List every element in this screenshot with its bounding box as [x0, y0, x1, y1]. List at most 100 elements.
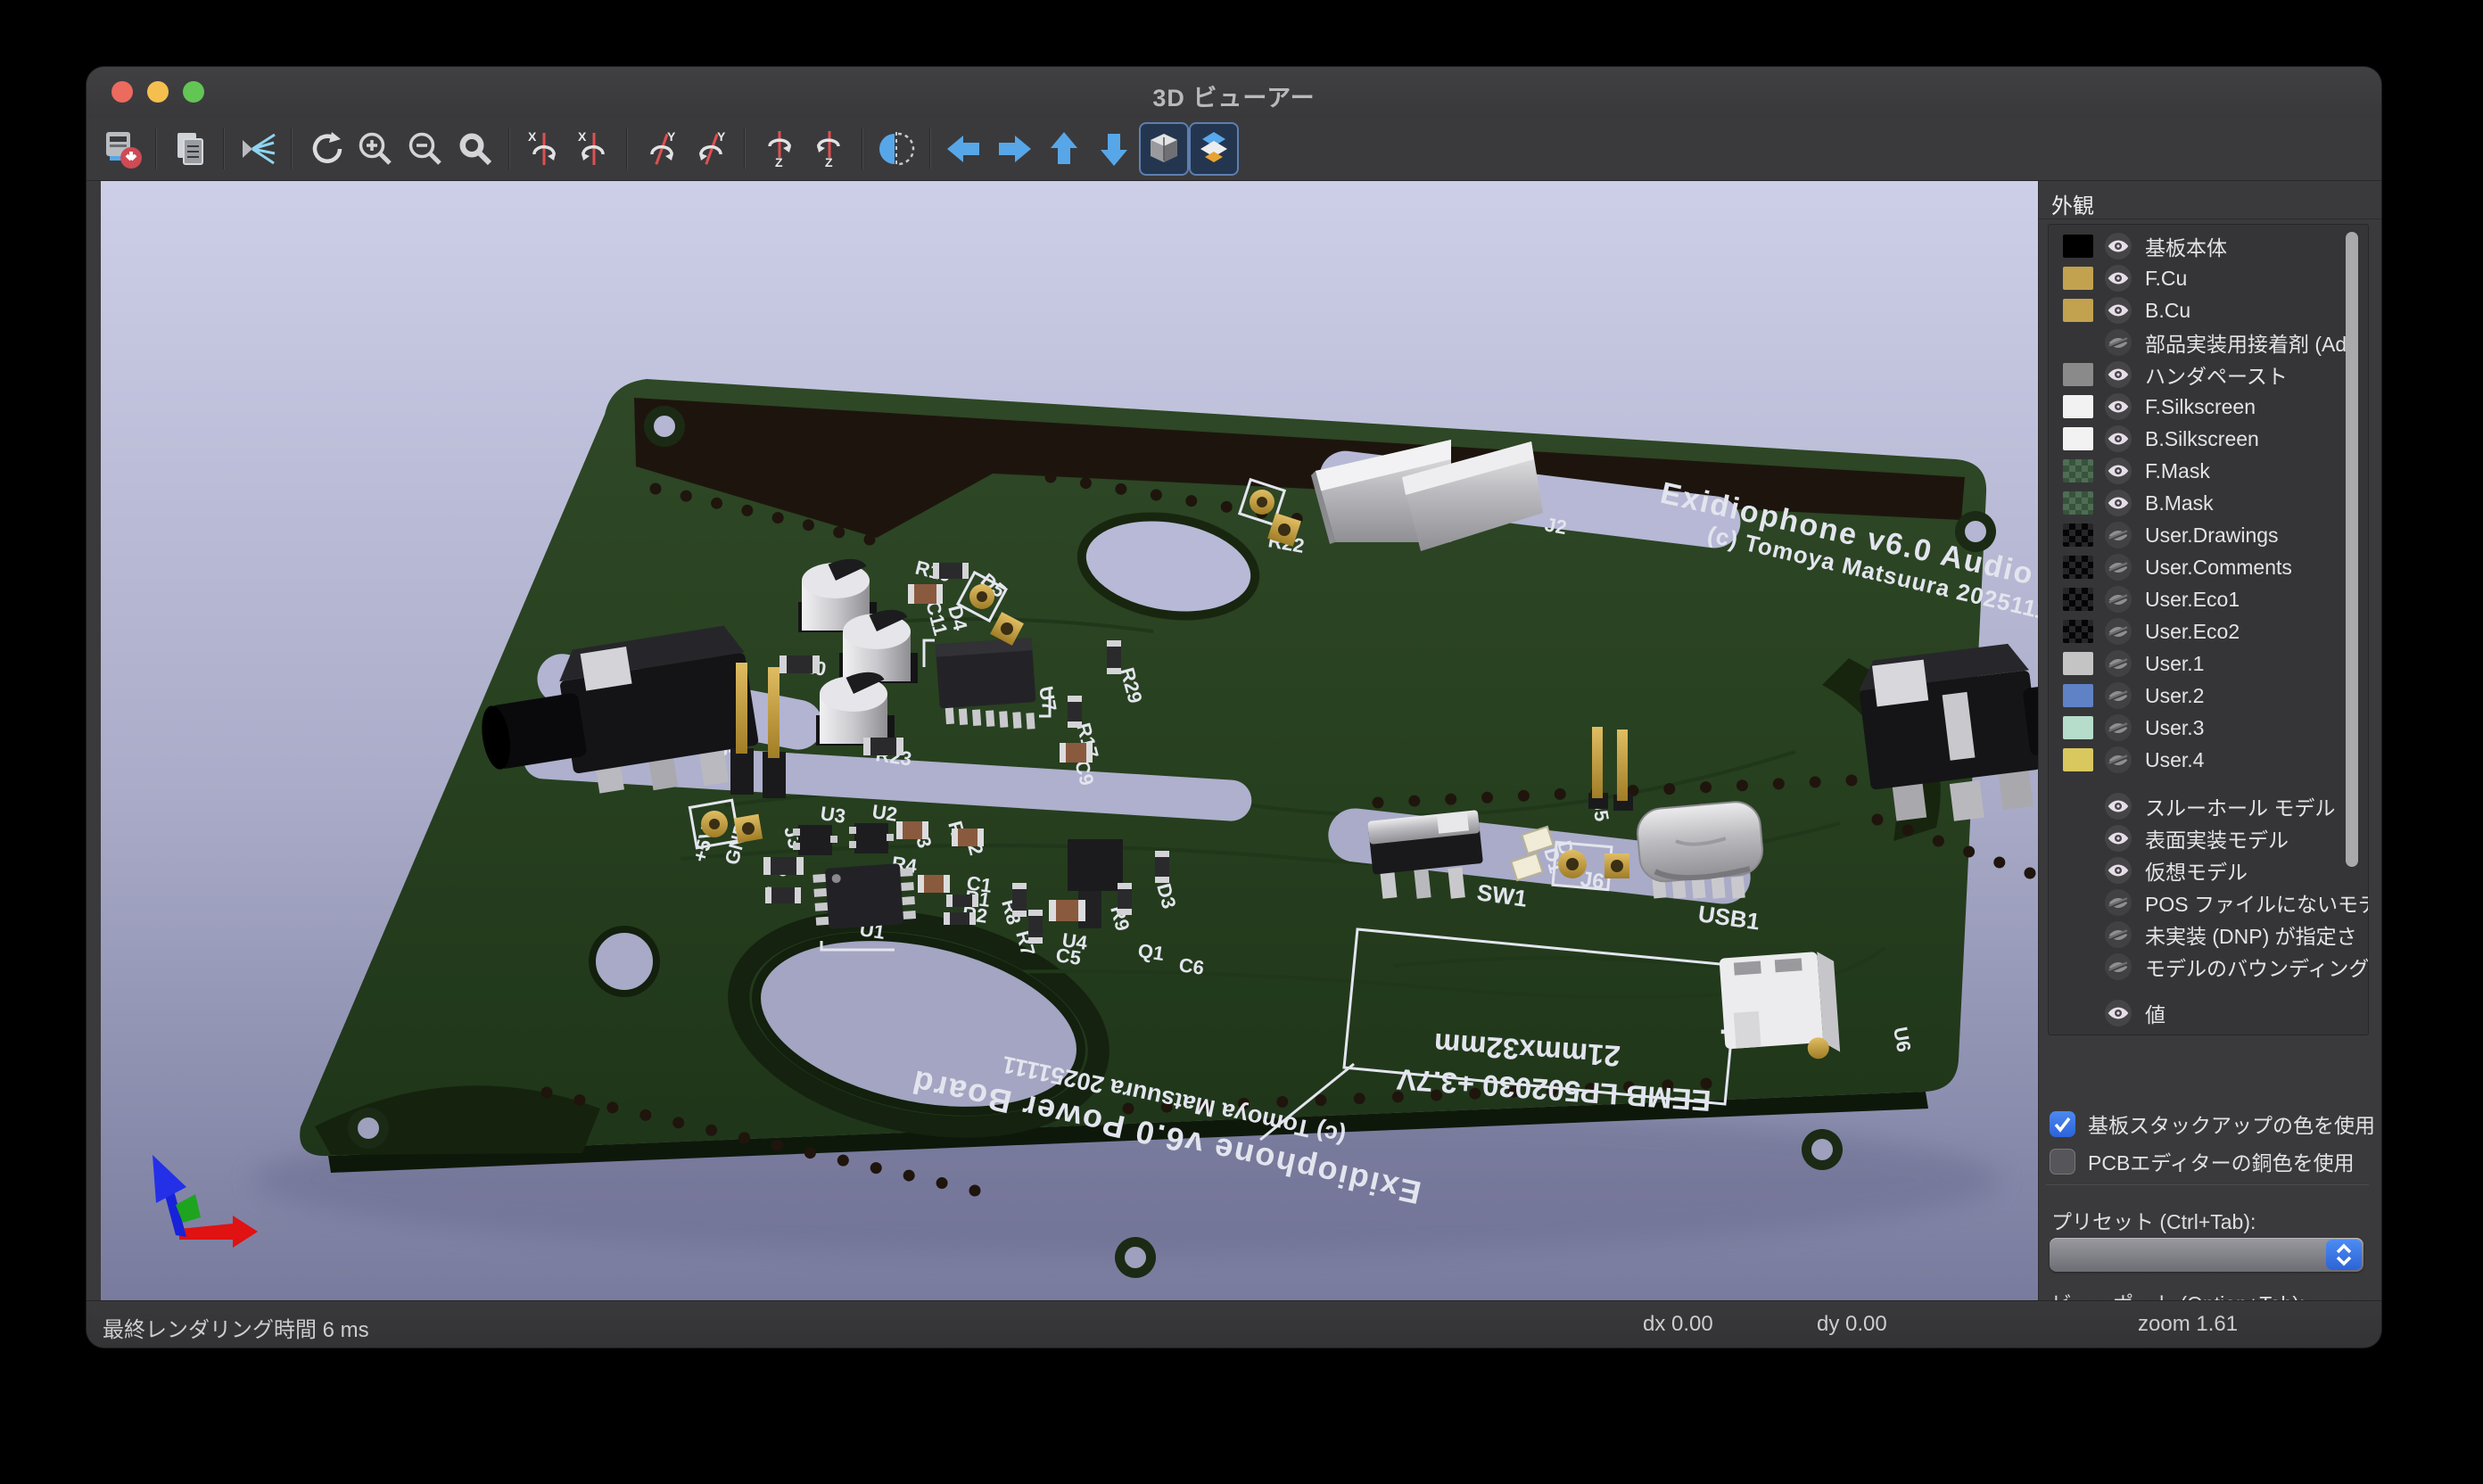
- eye-hidden-icon[interactable]: [2104, 617, 2132, 646]
- orthographic-projection-button[interactable]: [1139, 122, 1189, 176]
- layer-row[interactable]: F.Mask: [2049, 455, 2368, 487]
- layer-row[interactable]: User.1: [2049, 647, 2368, 680]
- eye-visible-icon[interactable]: [2104, 232, 2132, 260]
- checkbox-row-stackup[interactable]: 基板スタックアップの色を使用: [2050, 1109, 2375, 1139]
- layer-row[interactable]: POS ファイルにないモデ: [2049, 886, 2368, 919]
- layer-row[interactable]: F.Silkscreen: [2049, 391, 2368, 423]
- pan-right-button[interactable]: [989, 122, 1039, 176]
- layer-row[interactable]: 未実装 (DNP) が指定さ: [2049, 919, 2368, 951]
- flip-board-button[interactable]: [871, 122, 921, 176]
- copy-image-button[interactable]: [165, 122, 215, 176]
- layer-color-swatch[interactable]: [2063, 491, 2093, 515]
- appearance-panel-toggle-button[interactable]: [1189, 122, 1239, 176]
- pan-left-button[interactable]: [939, 122, 989, 176]
- eye-hidden-icon[interactable]: [2104, 888, 2132, 917]
- rotate-x-ccw-button[interactable]: X: [568, 122, 618, 176]
- redraw-button[interactable]: [301, 122, 351, 176]
- eye-visible-icon[interactable]: [2104, 425, 2132, 453]
- eye-visible-icon[interactable]: [2104, 457, 2132, 485]
- eye-hidden-icon[interactable]: [2104, 328, 2132, 357]
- layer-color-swatch[interactable]: [2063, 395, 2093, 418]
- raytracing-button[interactable]: [233, 122, 283, 176]
- layer-row[interactable]: User.Eco2: [2049, 615, 2368, 647]
- layer-color-swatch[interactable]: [2063, 588, 2093, 611]
- 3d-viewport[interactable]: Exidiophone v6.0 Audio Board (c) Tomoya …: [101, 181, 2038, 1300]
- eye-visible-icon[interactable]: [2104, 392, 2132, 421]
- eye-visible-icon[interactable]: [2104, 856, 2132, 885]
- layer-color-swatch[interactable]: [2063, 620, 2093, 643]
- rotate-y-ccw-button[interactable]: Y: [686, 122, 736, 176]
- layer-color-swatch[interactable]: [2063, 267, 2093, 290]
- layer-row[interactable]: 部品実装用接着剤 (Adh: [2049, 326, 2368, 359]
- eye-hidden-icon[interactable]: [2104, 585, 2132, 614]
- eye-hidden-icon[interactable]: [2104, 521, 2132, 549]
- layer-color-swatch[interactable]: [2063, 235, 2093, 258]
- layer-color-swatch[interactable]: [2063, 556, 2093, 579]
- layer-row[interactable]: User.3: [2049, 712, 2368, 744]
- layer-color-swatch[interactable]: [2063, 363, 2093, 386]
- toolbar-separator: [744, 128, 746, 169]
- eye-hidden-icon[interactable]: [2104, 746, 2132, 774]
- eye-visible-icon[interactable]: [2104, 360, 2132, 389]
- preset-stepper[interactable]: [2326, 1240, 2362, 1270]
- layer-color-swatch[interactable]: [2063, 459, 2093, 482]
- ortho-cube-icon: [1143, 128, 1184, 169]
- layer-row[interactable]: User.Eco1: [2049, 583, 2368, 615]
- layer-row[interactable]: User.Comments: [2049, 551, 2368, 583]
- layer-row[interactable]: 値: [2049, 997, 2368, 1029]
- layer-color-swatch[interactable]: [2063, 716, 2093, 739]
- zoom-fit-button[interactable]: [450, 122, 500, 176]
- eye-visible-icon[interactable]: [2104, 999, 2132, 1027]
- stackup-colors-checkbox[interactable]: [2050, 1111, 2075, 1137]
- rotate-x-cw-button[interactable]: X: [518, 122, 568, 176]
- eye-hidden-icon[interactable]: [2104, 713, 2132, 742]
- pcb-editor-copper-checkbox[interactable]: [2050, 1149, 2075, 1175]
- layer-list-scrollbar[interactable]: [2345, 228, 2359, 1029]
- layer-row[interactable]: 基板本体: [2049, 230, 2368, 262]
- eye-visible-icon[interactable]: [2104, 824, 2132, 853]
- rotate-x-ccw-icon: X: [573, 128, 614, 169]
- layer-row[interactable]: B.Silkscreen: [2049, 423, 2368, 455]
- zoom-fit-icon: [455, 128, 496, 169]
- layer-row[interactable]: B.Cu: [2049, 294, 2368, 326]
- pan-up-button[interactable]: [1039, 122, 1089, 176]
- rotate-z-ccw-button[interactable]: Z: [804, 122, 854, 176]
- eye-visible-icon[interactable]: [2104, 296, 2132, 325]
- pan-down-button[interactable]: [1089, 122, 1139, 176]
- eye-hidden-icon[interactable]: [2104, 553, 2132, 581]
- rotate-y-cw-button[interactable]: Y: [636, 122, 686, 176]
- zoom-in-button[interactable]: [351, 122, 400, 176]
- layer-row[interactable]: F.Cu: [2049, 262, 2368, 294]
- redraw-icon: [305, 128, 346, 169]
- scrollbar-thumb[interactable]: [2346, 232, 2358, 867]
- zoom-status: zoom 1.61: [2138, 1312, 2238, 1337]
- zoom-out-icon: [405, 128, 446, 169]
- layer-row[interactable]: User.4: [2049, 744, 2368, 776]
- layer-row[interactable]: モデルのバウンディング: [2049, 951, 2368, 983]
- eye-hidden-icon[interactable]: [2104, 681, 2132, 710]
- preset-dropdown[interactable]: [2050, 1238, 2363, 1272]
- eye-hidden-icon[interactable]: [2104, 920, 2132, 949]
- layer-color-swatch[interactable]: [2063, 684, 2093, 707]
- layer-row[interactable]: ハンダペースト: [2049, 359, 2368, 391]
- eye-visible-icon[interactable]: [2104, 489, 2132, 517]
- layer-color-swatch[interactable]: [2063, 299, 2093, 322]
- rotate-z-cw-button[interactable]: Z: [754, 122, 804, 176]
- layer-row[interactable]: 仮想モデル: [2049, 854, 2368, 886]
- export-3d-image-button[interactable]: [97, 122, 147, 176]
- layer-color-swatch[interactable]: [2063, 524, 2093, 547]
- eye-visible-icon[interactable]: [2104, 792, 2132, 820]
- layer-color-swatch[interactable]: [2063, 427, 2093, 450]
- layer-row[interactable]: User.Drawings: [2049, 519, 2368, 551]
- layer-color-swatch[interactable]: [2063, 748, 2093, 771]
- layer-row[interactable]: B.Mask: [2049, 487, 2368, 519]
- checkbox-row-copper[interactable]: PCBエディターの銅色を使用: [2050, 1146, 2355, 1176]
- zoom-out-button[interactable]: [400, 122, 450, 176]
- layer-row[interactable]: 表面実装モデル: [2049, 822, 2368, 854]
- layer-row[interactable]: User.2: [2049, 680, 2368, 712]
- layer-color-swatch[interactable]: [2063, 652, 2093, 675]
- eye-hidden-icon[interactable]: [2104, 649, 2132, 678]
- layer-row[interactable]: スルーホール モデル: [2049, 790, 2368, 822]
- eye-visible-icon[interactable]: [2104, 264, 2132, 293]
- eye-hidden-icon[interactable]: [2104, 952, 2132, 981]
